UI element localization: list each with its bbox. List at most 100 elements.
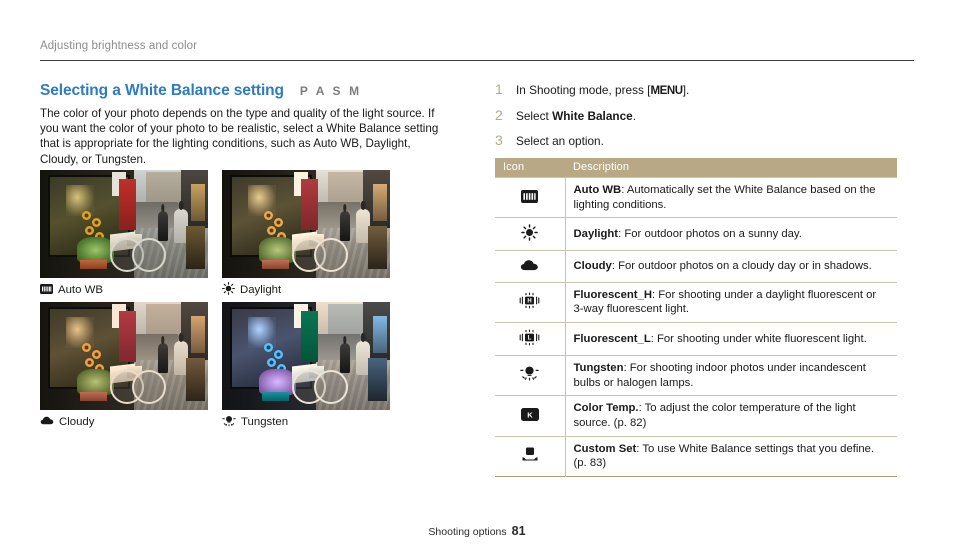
step-3: 3 Select an option.: [495, 133, 915, 149]
table-row: K Color Temp.: To adjust the color tempe…: [495, 395, 897, 437]
page-number: 81: [511, 524, 526, 538]
tungsten-bulb-icon: [222, 414, 236, 430]
option-description: : For outdoor photos on a sunny day.: [618, 227, 802, 240]
menu-key-label: MENU: [650, 85, 683, 97]
row-description-cell: Auto WB: Automatically set the White Bal…: [565, 176, 897, 218]
table-row: Cloudy: For outdoor photos on a cloudy d…: [495, 250, 897, 283]
row-icon-cell: [495, 435, 566, 477]
street-scene: [40, 302, 208, 410]
caption-auto-wb: Auto WB: [40, 278, 208, 302]
step-text: In Shooting mode, press [MENU].: [516, 83, 689, 99]
auto-wb-icon: [40, 283, 53, 297]
row-icon-cell: K: [495, 395, 566, 437]
street-scene: [40, 170, 208, 278]
step-number: 2: [495, 107, 503, 123]
table-row: Tungsten: For shooting indoor photos und…: [495, 355, 897, 396]
left-column: Selecting a White Balance setting P A S …: [40, 82, 450, 167]
column-header-icon: Icon: [495, 158, 565, 178]
row-description-cell: Fluorescent_H: For shooting under a dayl…: [565, 281, 897, 323]
row-icon-cell: H: [495, 281, 566, 323]
sample-tungsten: Tungsten: [222, 302, 390, 434]
option-term: Auto WB: [573, 184, 622, 196]
step-text: Select White Balance.: [516, 109, 636, 124]
option-description: : For outdoor photos on a cloudy day or …: [611, 260, 872, 273]
row-icon-cell: [495, 217, 566, 251]
photo-cloudy: [40, 302, 208, 410]
caption-daylight: Daylight: [222, 278, 390, 302]
step-text-before: Select an option.: [516, 134, 604, 148]
svg-text:K: K: [527, 411, 533, 420]
manual-page: Adjusting brightness and color Selecting…: [0, 0, 954, 557]
photo-auto-wb: [40, 170, 208, 278]
svg-text:H: H: [528, 299, 532, 305]
photo-row-top: Auto WB Daylight: [40, 170, 390, 302]
option-term: Cloudy: [573, 260, 612, 273]
header-divider: [40, 60, 914, 61]
caption-tungsten: Tungsten: [222, 410, 390, 434]
table-row: H Fluorescent_H: For shooting under a da…: [495, 281, 897, 323]
page-title: Selecting a White Balance setting: [40, 82, 284, 99]
step-bold-term: White Balance: [552, 109, 633, 123]
color-temp-k-icon: K: [519, 406, 541, 424]
table-row: L Fluorescent_L: For shooting under whit…: [495, 322, 897, 356]
footer-section-label: Shooting options: [428, 526, 507, 538]
caption-text: Daylight: [240, 284, 282, 296]
step-text: Select an option.: [516, 134, 604, 149]
white-balance-options-table: Icon Description Auto WB: Automatically …: [495, 158, 897, 477]
option-term: Fluorescent_H: [573, 288, 652, 301]
step-2: 2 Select White Balance.: [495, 108, 915, 124]
row-icon-cell: [495, 176, 566, 218]
caption-text: Auto WB: [58, 284, 103, 296]
option-term: Custom Set: [573, 442, 637, 455]
auto-wb-icon: [519, 188, 541, 206]
step-number: 1: [495, 81, 503, 97]
step-text-after: .: [632, 109, 636, 123]
table-row: Custom Set: To use White Balance setting…: [495, 435, 897, 477]
row-description-cell: Tungsten: For shooting indoor photos und…: [565, 355, 897, 396]
daylight-sun-icon: [519, 223, 541, 241]
caption-cloudy: Cloudy: [40, 410, 208, 434]
fluorescent-h-icon: H: [519, 291, 541, 309]
street-scene: [222, 302, 390, 410]
sample-daylight: Daylight: [222, 170, 390, 302]
caption-text: Tungsten: [241, 416, 289, 428]
table-header-row: Icon Description: [495, 158, 897, 178]
shooting-modes-indicator: P A S M: [299, 84, 362, 98]
section-title-row: Selecting a White Balance setting P A S …: [40, 82, 450, 100]
tungsten-bulb-icon: [519, 364, 541, 382]
fluorescent-l-icon: L: [519, 328, 541, 346]
photo-tungsten: [222, 302, 390, 410]
row-icon-cell: [495, 355, 566, 396]
step-number: 3: [495, 132, 503, 148]
cloud-icon: [519, 256, 541, 274]
sample-auto-wb: Auto WB: [40, 170, 208, 302]
step-1: 1 In Shooting mode, press [MENU].: [495, 82, 915, 99]
photo-row-bottom: Cloudy Tungsten: [40, 302, 390, 434]
row-icon-cell: [495, 250, 566, 283]
row-icon-cell: L: [495, 322, 566, 356]
row-description-cell: Custom Set: To use White Balance setting…: [565, 435, 897, 477]
step-text-before: In Shooting mode, press [: [516, 83, 651, 97]
custom-set-icon: [519, 445, 541, 463]
table-row: Auto WB: Automatically set the White Bal…: [495, 176, 897, 218]
running-head: Adjusting brightness and color: [40, 40, 198, 52]
row-description-cell: Fluorescent_L: For shooting under white …: [565, 322, 897, 356]
page-footer: Shooting options 81: [0, 524, 954, 538]
photo-daylight: [222, 170, 390, 278]
section-body-text: The color of your photo depends on the t…: [40, 107, 439, 166]
step-text-before: Select: [516, 109, 553, 123]
step-text-after: ].: [682, 83, 690, 97]
svg-text:L: L: [528, 335, 532, 341]
option-term: Color Temp.: [573, 402, 639, 415]
right-column: 1 In Shooting mode, press [MENU]. 2 Sele…: [495, 82, 915, 477]
option-term: Tungsten: [573, 362, 624, 375]
row-description-cell: Daylight: For outdoor photos on a sunny …: [565, 217, 897, 251]
cloud-icon: [40, 415, 54, 429]
row-description-cell: Color Temp.: To adjust the color tempera…: [565, 395, 897, 437]
option-description: : For shooting under white fluorescent l…: [650, 332, 867, 345]
sample-cloudy: Cloudy: [40, 302, 208, 434]
daylight-sun-icon: [222, 282, 235, 298]
street-scene: [222, 170, 390, 278]
caption-text: Cloudy: [59, 416, 95, 428]
option-term: Fluorescent_L: [573, 332, 651, 345]
